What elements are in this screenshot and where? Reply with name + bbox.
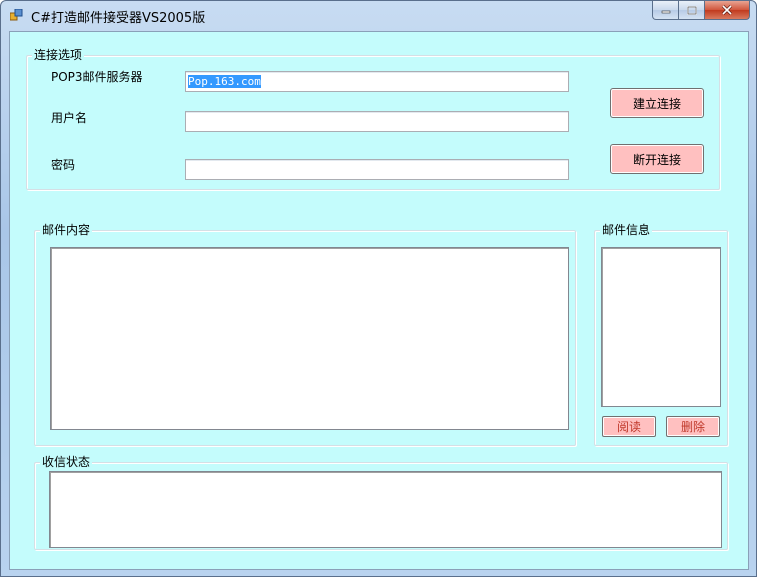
maximize-button[interactable] (679, 1, 705, 20)
username-input[interactable] (185, 111, 569, 132)
caption-buttons (652, 1, 750, 21)
mail-content-textarea[interactable] (50, 247, 569, 430)
minimize-icon (661, 10, 670, 14)
disconnect-button[interactable]: 断开连接 (610, 144, 704, 174)
client-area: 连接选项 POP3邮件服务器 Pop.163.com 用户名 密码 建立连接 断… (9, 31, 749, 570)
app-icon[interactable] (9, 8, 23, 21)
minimize-button[interactable] (652, 1, 679, 20)
maximize-icon (686, 5, 697, 15)
close-button[interactable] (705, 1, 750, 20)
mail-info-list[interactable] (601, 247, 721, 407)
server-label: POP3邮件服务器 (51, 70, 143, 84)
server-input-value: Pop.163.com (188, 75, 261, 88)
connect-button[interactable]: 建立连接 (610, 88, 704, 118)
window-title: C#打造邮件接受器VS2005版 (31, 11, 206, 26)
app-window: C#打造邮件接受器VS2005版 连接选项 POP3邮件服务器 Pop.163.… (0, 0, 757, 577)
receive-status-group-label: 收信状态 (40, 455, 93, 469)
mail-content-group-label: 邮件内容 (40, 223, 93, 237)
close-icon (721, 5, 733, 15)
username-label: 用户名 (51, 111, 88, 125)
password-input[interactable] (185, 159, 569, 180)
receive-status-textarea[interactable] (49, 471, 722, 548)
connection-group-label: 连接选项 (32, 48, 85, 62)
server-input[interactable]: Pop.163.com (185, 71, 569, 92)
mail-info-group-label: 邮件信息 (600, 223, 653, 237)
password-label: 密码 (51, 158, 76, 172)
delete-button[interactable]: 删除 (666, 416, 720, 437)
read-button[interactable]: 阅读 (602, 416, 656, 437)
title-bar[interactable]: C#打造邮件接受器VS2005版 (1, 1, 756, 29)
